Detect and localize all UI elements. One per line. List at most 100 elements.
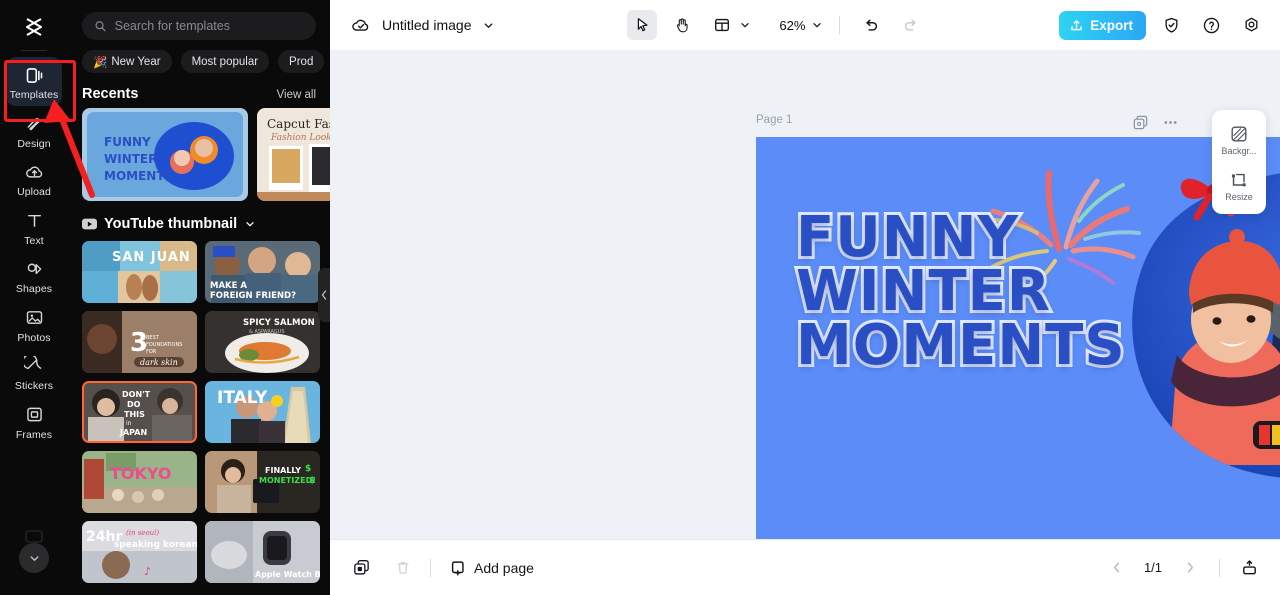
templates-icon	[23, 64, 45, 86]
sidebar-item-photos[interactable]: Photos	[6, 300, 62, 349]
add-page-label: Add page	[474, 559, 534, 576]
svg-text:BEST: BEST	[146, 335, 160, 341]
export-button[interactable]: Export	[1059, 10, 1147, 40]
chevron-down-icon	[741, 23, 749, 28]
upload-cloud-icon	[23, 161, 45, 183]
search-bar[interactable]	[82, 12, 316, 40]
background-button[interactable]: Backgr...	[1215, 118, 1263, 160]
select-tool-button[interactable]	[627, 10, 658, 40]
chevron-down-icon	[484, 22, 492, 28]
sidebar-label: Upload	[17, 186, 51, 198]
chevron-down-icon	[246, 222, 254, 227]
zoom-control[interactable]: 62%	[775, 18, 823, 33]
svg-text:dark skin: dark skin	[140, 358, 178, 367]
chip-label: Most popular	[191, 55, 259, 68]
template-card-tokyo[interactable]: TOKYO	[82, 451, 197, 513]
duplicate-page-icon-button[interactable]	[1130, 112, 1150, 132]
delete-page-button[interactable]	[390, 555, 416, 581]
view-all-link[interactable]: View all	[277, 89, 316, 101]
search-input[interactable]	[114, 19, 304, 33]
sidebar-item-design[interactable]: Design	[6, 106, 62, 155]
prev-page-button[interactable]	[1103, 555, 1129, 581]
recent-card-funny-winter-moments[interactable]: FUNNY WINTER MOMENTS	[82, 108, 248, 201]
recents-header: Recents View all	[68, 73, 330, 108]
help-button[interactable]	[1196, 10, 1226, 40]
sidebar-item-stickers[interactable]: Stickers	[6, 348, 62, 397]
sidebar-label: Templates	[9, 89, 59, 101]
zoom-value: 62%	[779, 17, 806, 33]
canvas-workspace[interactable]: Page 1 FUNNY WINTER MOMENTS Backgr... Re…	[330, 50, 1280, 539]
svg-text:MOMENTS: MOMENTS	[104, 169, 173, 183]
resize-button[interactable]: Resize	[1215, 164, 1263, 206]
svg-text:(in seoul): (in seoul)	[126, 529, 159, 537]
collapse-panel-button[interactable]	[318, 268, 330, 322]
chevron-down-icon	[30, 555, 38, 561]
template-card-italy[interactable]: ITALY	[205, 381, 320, 443]
chip-productivity[interactable]: Prod	[278, 50, 325, 73]
chip-label: Prod	[289, 55, 314, 68]
svg-text:TOKYO: TOKYO	[110, 464, 172, 483]
document-title[interactable]: Untitled image	[382, 17, 472, 33]
recent-card-capcut-fashion[interactable]: Capcut Fas Fashion Lookbook	[257, 108, 330, 201]
template-card-dont-do-this-japan[interactable]: DON'T DO THIS in JAPAN	[82, 381, 197, 443]
svg-text:in: in	[126, 420, 132, 427]
settings-button[interactable]	[1236, 10, 1266, 40]
background-icon	[1231, 126, 1247, 142]
export-upload-icon	[1071, 19, 1082, 30]
more-dots-icon	[1163, 120, 1177, 124]
chip-label: New Year	[111, 55, 161, 68]
page-more-options-button[interactable]	[1160, 112, 1180, 132]
svg-text:DO: DO	[127, 400, 141, 409]
sidebar-item-shapes[interactable]: Shapes	[6, 251, 62, 300]
template-card-finally-monetized[interactable]: FINALLY MONETIZED! $ $	[205, 451, 320, 513]
chevron-down-icon	[813, 23, 821, 28]
capcut-logo-icon[interactable]	[17, 10, 51, 44]
svg-text:$: $	[309, 476, 315, 486]
shield-check-button[interactable]	[1156, 10, 1186, 40]
sidebar-label: Photos	[17, 331, 51, 344]
template-card-best-foundations[interactable]: 3 BEST FOUNDATIONS FOR dark skin	[82, 311, 197, 373]
next-page-button[interactable]	[1177, 555, 1203, 581]
chip-most-popular[interactable]: Most popular	[180, 50, 270, 73]
sidebar-label: Stickers	[14, 380, 54, 392]
photos-icon	[23, 307, 45, 329]
hand-tool-button[interactable]	[667, 10, 697, 40]
expand-sidebar-button[interactable]	[19, 543, 49, 573]
duplicate-page-button[interactable]	[348, 555, 374, 581]
title-dropdown-chevron[interactable]	[482, 19, 495, 32]
artboard[interactable]: FUNNY WINTER MOMENTS	[756, 137, 1280, 539]
redo-button[interactable]	[896, 10, 926, 40]
layout-tool-button[interactable]	[707, 10, 751, 40]
top-toolbar: Untitled image 62% Export	[330, 0, 1280, 50]
sidebar-item-frames[interactable]: Frames	[6, 397, 62, 446]
svg-text:FOR: FOR	[146, 349, 157, 355]
filter-chip-row: 🎉 New Year Most popular Prod	[68, 40, 330, 73]
right-tool-panel: Backgr... Resize	[1212, 110, 1266, 214]
template-card-foreign-friend[interactable]: MAKE A FOREIGN FRIEND?	[205, 241, 320, 303]
present-button[interactable]	[1236, 555, 1262, 581]
chevron-right-icon	[1187, 562, 1193, 573]
template-grid: SAN JUAN MAKE A FOREIGN FRIEND? 3 BEST F…	[68, 241, 330, 583]
chip-new-year[interactable]: 🎉 New Year	[82, 50, 172, 73]
svg-text:FOUNDATIONS: FOUNDATIONS	[146, 342, 182, 348]
duplicate-page-icon	[353, 559, 369, 575]
cloud-saved-icon[interactable]	[350, 14, 372, 36]
category-header-youtube-thumbnail[interactable]: YouTube thumbnail	[68, 201, 330, 241]
template-card-speaking-korean[interactable]: 24hr (in seoul) speaking korean ♪	[82, 521, 197, 583]
template-card-apple-watch-band[interactable]: Apple Watch Band	[205, 521, 320, 583]
add-page-button[interactable]: Add page	[449, 559, 534, 577]
layout-icon	[715, 18, 730, 32]
template-card-san-juan[interactable]: SAN JUAN	[82, 241, 197, 303]
sidebar-item-text[interactable]: Text	[6, 203, 62, 252]
svg-text:FOREIGN FRIEND?: FOREIGN FRIEND?	[210, 291, 296, 301]
svg-text:DON'T: DON'T	[122, 390, 151, 399]
svg-text:FUNNY: FUNNY	[104, 135, 151, 149]
sidebar-item-templates[interactable]: Templates	[6, 57, 62, 106]
left-rail: Templates Design Upload Text Shapes Phot…	[0, 0, 68, 595]
undo-button[interactable]	[856, 10, 886, 40]
rail-divider	[21, 50, 47, 51]
svg-text:speaking korean: speaking korean	[114, 540, 197, 550]
sidebar-item-upload[interactable]: Upload	[6, 154, 62, 203]
template-card-spicy-salmon[interactable]: SPICY SALMON & ASPARAGUS	[205, 311, 320, 373]
youtube-icon	[82, 218, 97, 230]
